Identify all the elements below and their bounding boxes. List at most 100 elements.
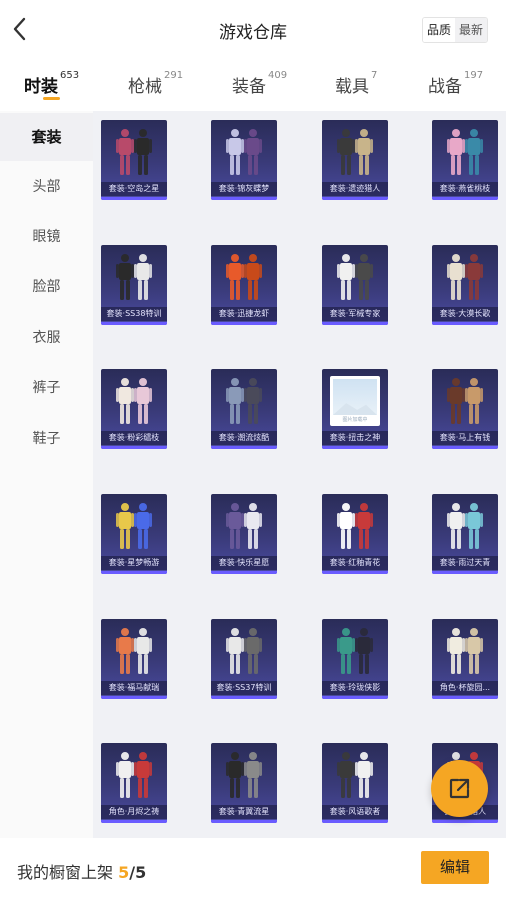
sidebar-item-pants[interactable]: 裤子: [0, 364, 93, 412]
outfit-card[interactable]: 套装·潮流炫酷: [211, 369, 277, 449]
outfit-preview: [116, 129, 152, 175]
outfit-preview: [337, 129, 373, 175]
rarity-stripe: [211, 571, 277, 574]
outfit-card-label: 套装·星梦畅游: [101, 556, 167, 570]
outfit-preview: [226, 378, 262, 424]
outfit-card-label: 套装·空岛之星: [101, 182, 167, 196]
share-external-icon: [449, 778, 470, 799]
outfit-card[interactable]: 套装·风语歌者: [322, 743, 388, 823]
rarity-stripe: [211, 197, 277, 200]
outfit-preview: [226, 752, 262, 798]
tab-supplies[interactable]: 战备197: [428, 70, 483, 97]
rarity-stripe: [432, 820, 498, 823]
outfit-card[interactable]: 套装·锦灰蝶梦: [211, 120, 277, 200]
outfit-preview: [337, 628, 373, 674]
outfit-preview: [116, 378, 152, 424]
outfit-card-label: 套装·福马献瑞: [101, 681, 167, 695]
rarity-stripe: [322, 696, 388, 699]
placeholder-text: 图片加载中: [342, 417, 368, 423]
rarity-stripe: [211, 322, 277, 325]
rarity-stripe: [432, 322, 498, 325]
sidebar-item-suit[interactable]: 套装: [0, 113, 93, 161]
outfit-card-label: 角色·杯旋园...: [432, 681, 498, 695]
outfit-preview: [337, 752, 373, 798]
rarity-stripe: [322, 820, 388, 823]
outfit-card-label: 套装·潮流炫酷: [211, 431, 277, 445]
outfit-card[interactable]: 套装·青翼流星: [211, 743, 277, 823]
active-tab-indicator: [43, 97, 60, 100]
rarity-stripe: [432, 197, 498, 200]
tab-label: 枪械: [128, 77, 162, 97]
outfit-card[interactable]: 套装·星梦畅游: [101, 494, 167, 574]
outfit-preview: [116, 503, 152, 549]
item-grid: 套装·空岛之星 套装·锦灰蝶梦 套装·遗迹猎人 套装·燕雀桃枝 套装·SS38特训 套装·…: [93, 111, 506, 838]
rarity-stripe: [101, 571, 167, 574]
outfit-card-label: 套装·大漠长歌: [432, 307, 498, 321]
outfit-card[interactable]: 套装·空岛之星: [101, 120, 167, 200]
sidebar-item-head[interactable]: 头部: [0, 163, 93, 211]
tab-equipment[interactable]: 装备409: [232, 70, 288, 97]
rarity-stripe: [101, 696, 167, 699]
rarity-stripe: [432, 571, 498, 574]
tab-vehicles[interactable]: 载具7: [335, 70, 377, 97]
outfit-card-label: 套装·玲珑侠影: [322, 681, 388, 695]
rarity-stripe: [211, 446, 277, 449]
rarity-stripe: [322, 197, 388, 200]
rarity-stripe: [432, 446, 498, 449]
outfit-preview: [337, 254, 373, 300]
rarity-stripe: [432, 696, 498, 699]
sidebar-item-clothes[interactable]: 衣服: [0, 314, 93, 362]
outfit-preview: [447, 254, 483, 300]
outfit-card[interactable]: 套装·军械专家: [322, 245, 388, 325]
sidebar-item-face[interactable]: 脸部: [0, 263, 93, 311]
outfit-card-label: 套装·SS38特训: [101, 307, 167, 321]
outfit-card[interactable]: 套装·SS38特训: [101, 245, 167, 325]
outfit-card[interactable]: 套装·粉彩缱枝: [101, 369, 167, 449]
outfit-card[interactable]: 套装·快乐星愿: [211, 494, 277, 574]
tab-guns[interactable]: 枪械291: [128, 70, 183, 97]
category-tabs: 时装653 枪械291 装备409 载具7 战备197: [0, 64, 506, 110]
outfit-card-label: 套装·SS37特训: [211, 681, 277, 695]
tab-fashion[interactable]: 时装653: [24, 70, 79, 97]
rarity-stripe: [101, 820, 167, 823]
outfit-card-label: 套装·遗迹猎人: [322, 182, 388, 196]
sort-option-quality[interactable]: 品质: [422, 18, 455, 42]
outfit-card[interactable]: 角色·月烬之祷: [101, 743, 167, 823]
edit-button[interactable]: 编辑: [421, 851, 489, 884]
outfit-preview: [226, 129, 262, 175]
outfit-card[interactable]: 套装·红釉青花: [322, 494, 388, 574]
rarity-stripe: [101, 446, 167, 449]
sidebar-item-shoes[interactable]: 鞋子: [0, 415, 93, 463]
outfit-card-label: 角色·月烬之祷: [101, 805, 167, 819]
outfit-card[interactable]: 图片加载中套装·扭击之神: [322, 369, 388, 449]
rarity-stripe: [211, 696, 277, 699]
outfit-card[interactable]: 套装·马上有钱: [432, 369, 498, 449]
rarity-stripe: [322, 446, 388, 449]
outfit-card[interactable]: 套装·玲珑侠影: [322, 619, 388, 699]
sidebar-item-glasses[interactable]: 眼镜: [0, 213, 93, 261]
outfit-card-label: 套装·燕雀桃枝: [432, 182, 498, 196]
tab-count: 409: [268, 70, 288, 81]
sort-option-newest[interactable]: 最新: [454, 18, 487, 42]
share-fab[interactable]: [431, 760, 488, 817]
outfit-card[interactable]: 套装·遗迹猎人: [322, 120, 388, 200]
outfit-card[interactable]: 套装·燕雀桃枝: [432, 120, 498, 200]
outfit-card[interactable]: 角色·杯旋园...: [432, 619, 498, 699]
outfit-card[interactable]: 套装·大漠长歌: [432, 245, 498, 325]
outfit-card[interactable]: 套装·迅捷龙虾: [211, 245, 277, 325]
outfit-card-label: 套装·军械专家: [322, 307, 388, 321]
sort-toggle: 品质 最新: [421, 17, 488, 43]
outfit-preview: [226, 503, 262, 549]
header: 游戏仓库 品质 最新: [0, 0, 506, 60]
showcase-bar: 我的橱窗上架 5/5 编辑: [0, 838, 506, 897]
outfit-card-label: 套装·锦灰蝶梦: [211, 182, 277, 196]
image-placeholder: 图片加载中: [330, 376, 380, 426]
outfit-preview: [447, 503, 483, 549]
outfit-card[interactable]: 套装·SS37特训: [211, 619, 277, 699]
outfit-card[interactable]: 套装·福马献瑞: [101, 619, 167, 699]
outfit-card-label: 套装·迅捷龙虾: [211, 307, 277, 321]
warehouse-screen: 游戏仓库 品质 最新 时装653 枪械291 装备409 载具7 战备197 套…: [0, 0, 506, 897]
outfit-preview: [447, 129, 483, 175]
outfit-card[interactable]: 套装·雨过天青: [432, 494, 498, 574]
outfit-card-label: 套装·扭击之神: [322, 431, 388, 445]
